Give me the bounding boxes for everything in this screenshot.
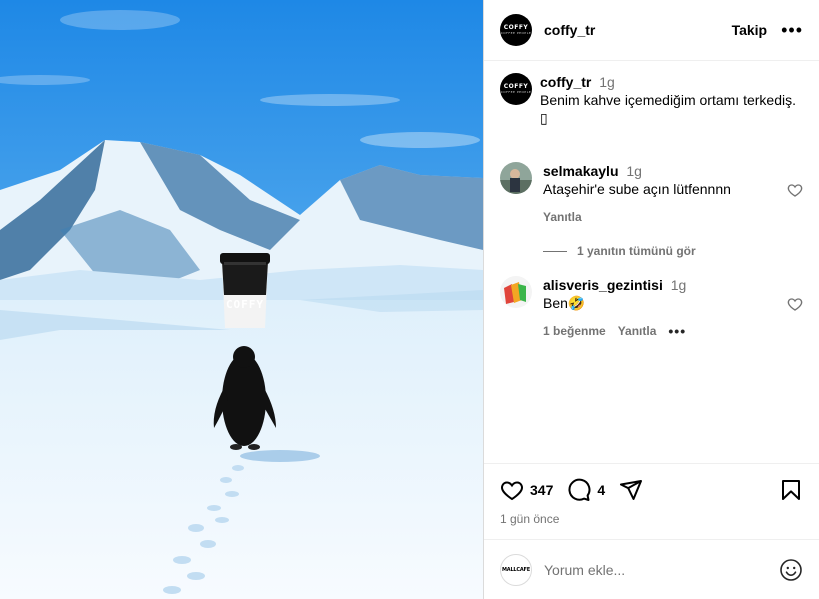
author-username[interactable]: coffy_tr xyxy=(544,22,595,38)
emoji-picker-icon[interactable] xyxy=(779,558,803,582)
bookmark-icon[interactable] xyxy=(779,478,803,502)
comment-composer: MALLCAFE xyxy=(484,539,819,599)
comment-time[interactable]: 1g xyxy=(626,163,642,179)
caption-username[interactable]: coffy_tr xyxy=(540,74,591,90)
comment-likes-count[interactable]: 1 beğenme xyxy=(543,322,606,340)
caption-avatar[interactable]: COFFY COFFEE PEOPLE xyxy=(500,73,532,105)
comment-bubble-icon[interactable] xyxy=(567,478,591,502)
caption-avatar-logo-subtext: COFFEE PEOPLE xyxy=(500,90,532,94)
reply-button[interactable]: Yanıtla xyxy=(618,322,657,340)
caption-trailing-glyph: ▯ xyxy=(540,110,548,126)
comment-like-heart-icon[interactable] xyxy=(787,182,803,198)
reply-button[interactable]: Yanıtla xyxy=(543,208,582,226)
caption-time[interactable]: 1g xyxy=(599,74,615,90)
commenter-avatar[interactable] xyxy=(500,276,532,308)
post-caption: COFFY COFFEE PEOPLE coffy_tr 1g Benim ka… xyxy=(500,73,803,127)
post-image: COFFY xyxy=(0,0,483,599)
post-date[interactable]: 1 gün önce xyxy=(500,512,803,526)
comment-input[interactable] xyxy=(544,561,779,578)
comment-more-icon[interactable]: ••• xyxy=(668,322,686,340)
replies-divider xyxy=(543,250,567,252)
caption-text: Benim kahve içemediğim ortamı terkediş. xyxy=(540,92,796,108)
current-user-avatar[interactable]: MALLCAFE xyxy=(500,553,532,586)
comment-username[interactable]: alisveris_gezintisi xyxy=(543,277,663,293)
comment-username[interactable]: selmakaylu xyxy=(543,163,619,179)
comment-text: Ataşehir'e sube açın lütfennnn xyxy=(543,181,731,197)
post-detail-panel: COFFY COFFEE PEOPLE coffy_tr Takip ••• C… xyxy=(483,0,819,599)
comment-time[interactable]: 1g xyxy=(671,277,687,293)
post-header: COFFY COFFEE PEOPLE coffy_tr Takip ••• xyxy=(484,0,819,61)
caption-avatar-logo-text: COFFY xyxy=(503,83,529,90)
comment-text: Ben xyxy=(543,295,568,311)
likes-count[interactable]: 347 xyxy=(530,482,553,498)
avatar-logo-text: COFFY xyxy=(503,24,529,31)
laughing-emoji-icon: 🤣 xyxy=(567,295,586,311)
cup-brand-text: COFFY xyxy=(225,298,265,311)
commenter-avatar[interactable] xyxy=(500,162,532,194)
comments-section: COFFY COFFEE PEOPLE coffy_tr 1g Benim ka… xyxy=(484,61,819,463)
view-replies-button[interactable]: 1 yanıtın tümünü gör xyxy=(543,244,803,258)
comment-item: alisveris_gezintisi 1g Ben🤣 1 beğenme Ya… xyxy=(500,276,803,340)
view-replies-label: 1 yanıtın tümünü gör xyxy=(577,244,696,258)
comment-like-heart-icon[interactable] xyxy=(787,296,803,312)
share-paper-plane-icon[interactable] xyxy=(619,478,643,502)
avatar-logo-subtext: COFFEE PEOPLE xyxy=(500,31,532,35)
like-heart-icon[interactable] xyxy=(500,478,524,502)
comments-count[interactable]: 4 xyxy=(597,482,605,498)
author-avatar[interactable]: COFFY COFFEE PEOPLE xyxy=(500,14,532,46)
follow-button[interactable]: Takip xyxy=(732,22,768,38)
comment-item: selmakaylu 1g Ataşehir'e sube açın lütfe… xyxy=(500,162,803,226)
more-options-icon[interactable]: ••• xyxy=(781,21,803,39)
